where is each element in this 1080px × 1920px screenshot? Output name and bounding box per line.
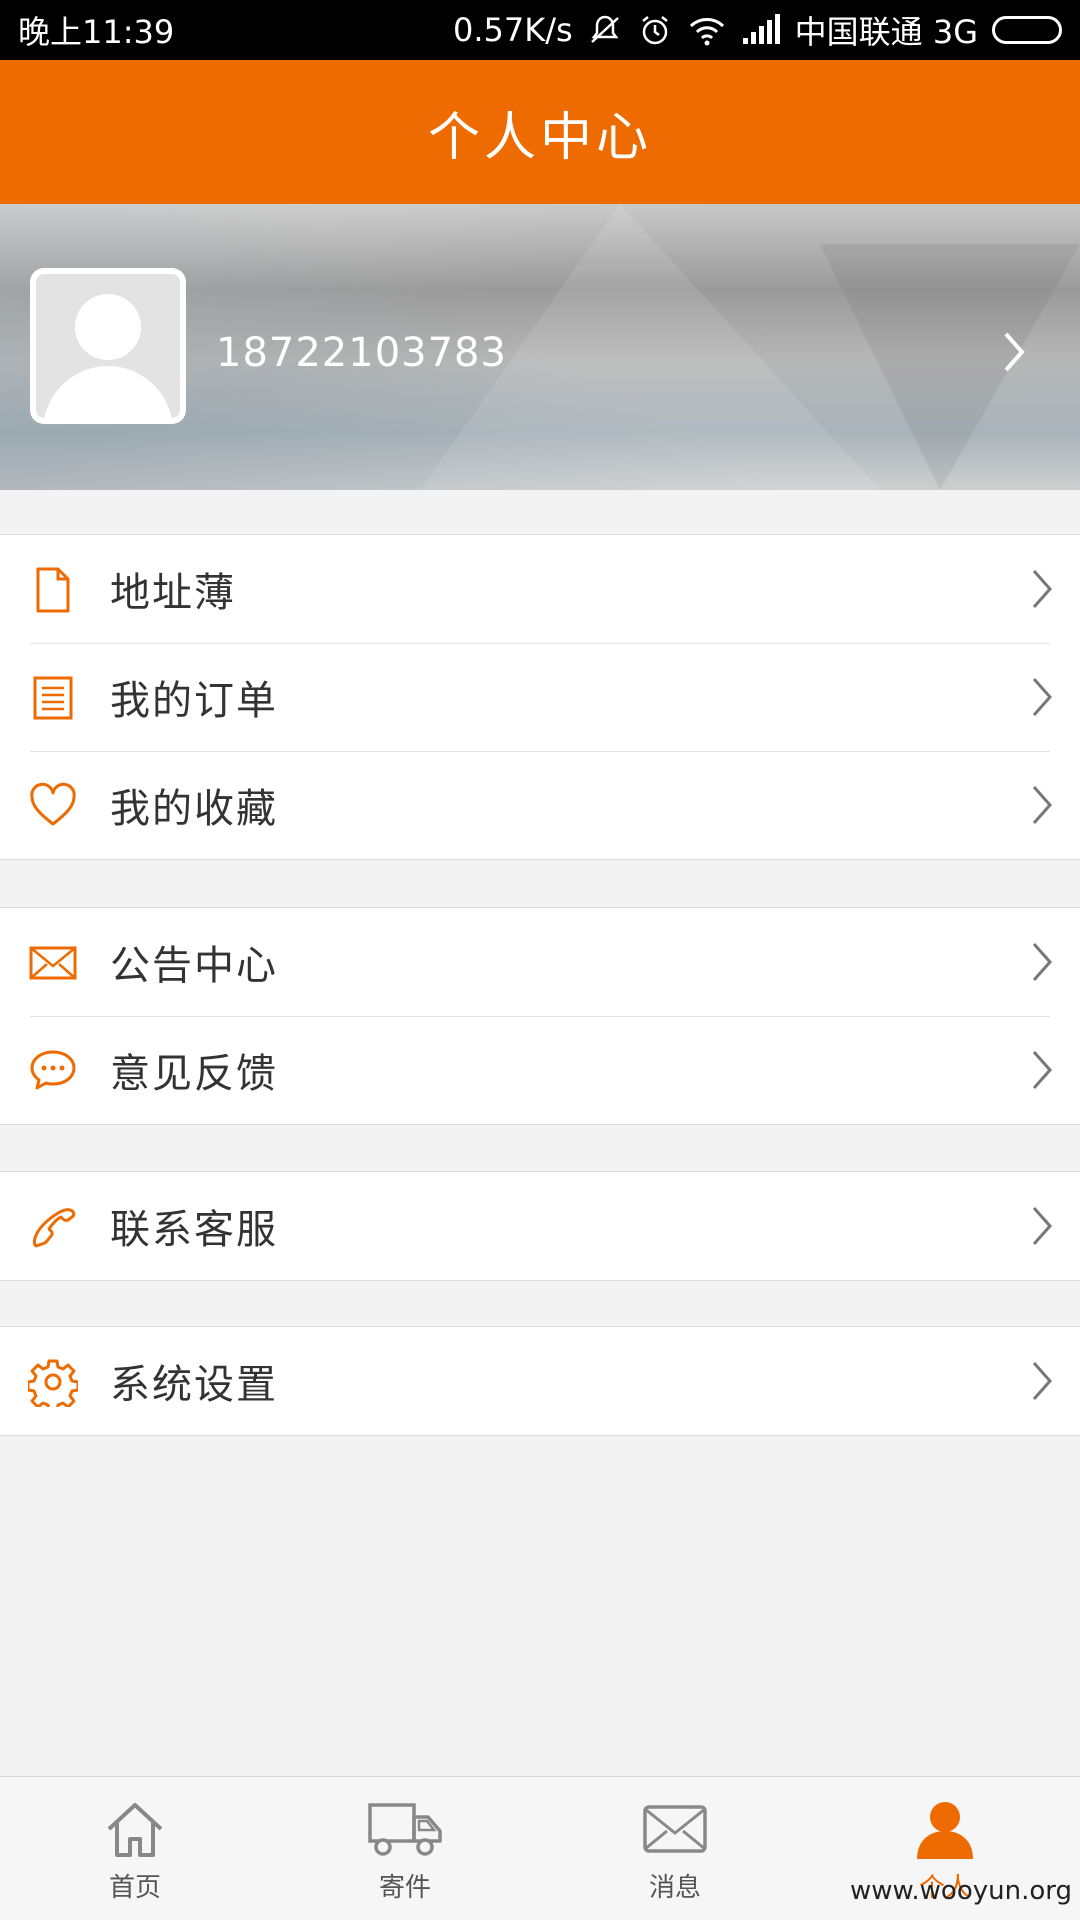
mute-bell-icon [587,12,623,48]
home-icon [103,1799,167,1863]
default-avatar-icon [36,274,180,418]
menu-group-support: 联系客服 [0,1171,1080,1281]
nav-label: 消息 [648,1873,701,1903]
network-speed: 0.57K/s [452,11,573,49]
menu-item-label: 意见反馈 [110,1051,278,1097]
banner-decoration [820,244,1080,490]
nav-tab-send[interactable]: 寄件 [270,1777,540,1920]
user-phone: 18722103783 [216,330,507,376]
nav-tab-messages[interactable]: 消息 [540,1777,810,1920]
chevron-right-icon [1030,783,1054,831]
menu-item-feedback[interactable]: 意见反馈 [0,1016,1080,1124]
battery-icon [992,16,1062,44]
chevron-right-icon [1030,567,1054,615]
menu-item-customer-service[interactable]: 联系客服 [0,1172,1080,1280]
title-bar: 个人中心 [0,60,1080,204]
gear-icon [26,1357,80,1413]
status-icons: 0.57K/s 中国联通 3G [453,7,1062,53]
menu-item-label: 联系客服 [110,1207,278,1253]
order-list-icon [28,673,78,723]
watermark: www.wooyun.org [849,1876,1072,1906]
heart-icon [28,781,78,831]
page-title: 个人中心 [427,107,652,168]
menu-group-communication: 公告中心 意见反馈 [0,907,1080,1125]
truck-icon [367,1799,443,1863]
nav-tab-home[interactable]: 首页 [0,1777,270,1920]
chat-bubble-icon [28,1046,78,1096]
nav-label: 首页 [108,1873,161,1903]
avatar[interactable] [30,268,186,424]
status-bar: 晚上11:39 0.57K/s 中国联通 3G [0,0,1080,60]
chevron-right-icon [1030,940,1054,988]
signal-icon [741,12,781,48]
menu-item-settings[interactable]: 系统设置 [0,1327,1080,1435]
menu-group-settings: 系统设置 [0,1326,1080,1436]
carrier-label: 中国联通 3G [794,13,978,51]
menu-item-label: 系统设置 [110,1362,278,1408]
chevron-right-icon [1030,1359,1054,1407]
chevron-right-icon [1030,1048,1054,1096]
profile-banner[interactable]: 18722103783 [0,204,1080,490]
envelope-icon [642,1799,708,1863]
menu-item-announcements[interactable]: 公告中心 [0,908,1080,1016]
envelope-icon [28,938,78,988]
document-icon [28,565,78,615]
menu-group-personal: 地址薄 我的订单 我的收藏 [0,534,1080,860]
menu-item-address-book[interactable]: 地址薄 [0,535,1080,643]
menu-item-label: 公告中心 [110,943,278,989]
nav-label: 寄件 [378,1873,431,1903]
person-icon [913,1799,977,1863]
menu-item-label: 我的订单 [110,678,278,724]
status-time: 晚上11:39 [18,13,175,51]
chevron-right-icon [1030,675,1054,723]
phone-icon [28,1202,78,1252]
chevron-right-icon [1030,1204,1054,1252]
menu-item-my-orders[interactable]: 我的订单 [0,643,1080,751]
menu-item-favorites[interactable]: 我的收藏 [0,751,1080,859]
menu-item-label: 我的收藏 [110,786,278,832]
alarm-icon [637,12,673,48]
wifi-icon [687,12,727,48]
chevron-right-icon [1000,328,1030,380]
menu-item-label: 地址薄 [110,570,236,616]
